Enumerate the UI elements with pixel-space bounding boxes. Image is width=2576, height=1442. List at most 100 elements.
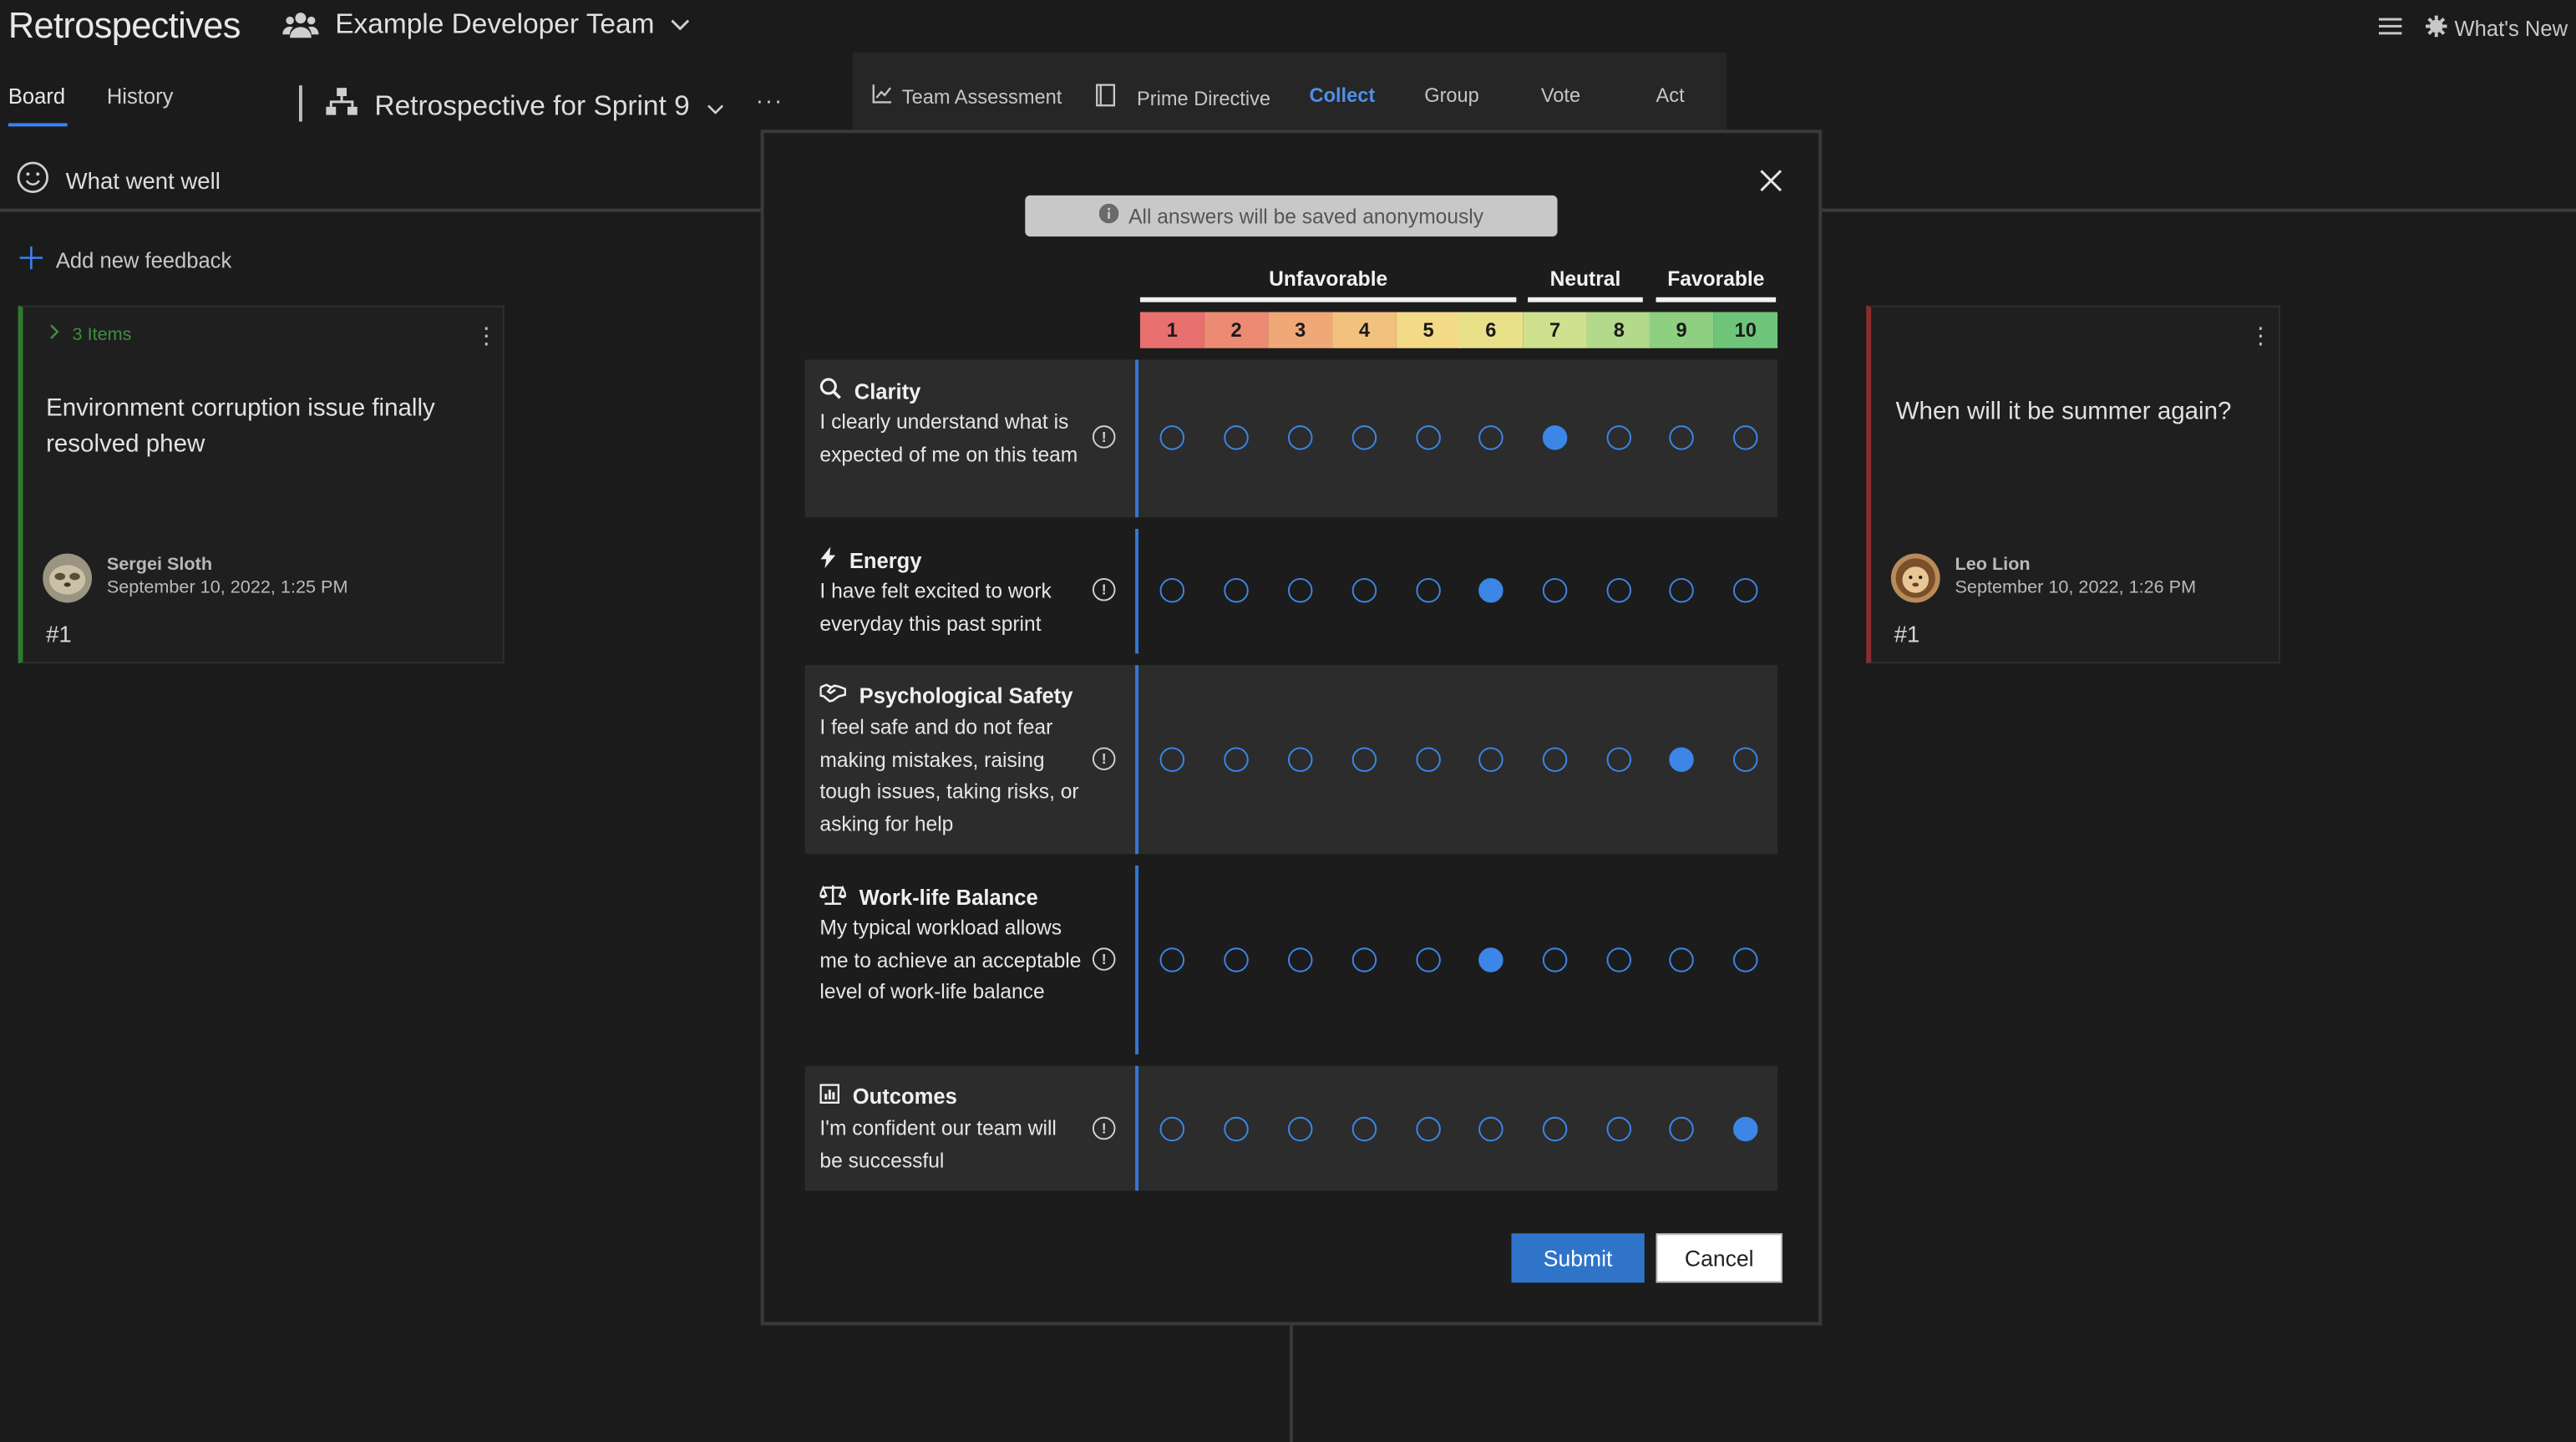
chevron-down-icon [671, 18, 691, 32]
feedback-card[interactable]: 3 Items ⋮ Environment corruption issue f… [18, 305, 505, 664]
scale-number-4: 4 [1332, 312, 1397, 348]
rating-radio[interactable] [1669, 947, 1694, 972]
rating-radio[interactable] [1669, 425, 1694, 450]
card-menu-icon[interactable]: ⋮ [474, 322, 498, 349]
rating-radio[interactable] [1606, 1116, 1632, 1142]
team-selector[interactable]: Example Developer Team [282, 8, 690, 41]
info-icon[interactable]: ! [1092, 1116, 1116, 1140]
rating-radio[interactable] [1224, 747, 1249, 772]
cancel-button[interactable]: Cancel [1656, 1233, 1782, 1283]
card-date: September 10, 2022, 1:26 PM [1955, 577, 2197, 598]
rating-radio[interactable] [1606, 947, 1632, 972]
rating-radio[interactable] [1669, 1116, 1694, 1142]
card-author: Sergei Sloth [106, 555, 213, 576]
avatar [43, 553, 93, 603]
retro-selector[interactable]: Retrospective for Sprint 9 [325, 87, 724, 124]
rating-radio[interactable] [1224, 577, 1249, 603]
tab-history[interactable]: History [107, 84, 174, 108]
items-toggle[interactable]: 3 Items [49, 323, 131, 345]
close-icon[interactable] [1757, 166, 1786, 195]
rating-radio[interactable] [1542, 1116, 1568, 1142]
rating-radio[interactable] [1478, 577, 1504, 603]
rating-radio[interactable] [1416, 747, 1441, 772]
rating-radio[interactable] [1287, 425, 1313, 450]
rating-radio[interactable] [1542, 425, 1568, 450]
rating-radio[interactable] [1606, 577, 1632, 603]
add-feedback-button[interactable]: Add new feedback [19, 246, 232, 274]
question-title-text: Psychological Safety [859, 683, 1073, 708]
app-root: Retrospectives Example Developer Team Wh… [0, 0, 2576, 1442]
rating-radio[interactable] [1732, 747, 1758, 772]
rating-radio[interactable] [1478, 1116, 1504, 1142]
anonymous-notice-text: All answers will be saved anonymously [1128, 204, 1484, 228]
feedback-card[interactable]: ⋮ When will it be summer again? Leo Lion… [1866, 305, 2280, 664]
question-title-text: Outcomes [852, 1084, 957, 1109]
top-right-actions: What's New [2379, 15, 2568, 43]
rating-radio[interactable] [1351, 947, 1377, 972]
whats-new-button[interactable]: What's New [2425, 15, 2568, 43]
anonymous-notice: All answers will be saved anonymously [1025, 195, 1558, 237]
rating-radio[interactable] [1287, 577, 1313, 603]
rating-radio[interactable] [1478, 947, 1504, 972]
info-icon[interactable]: ! [1092, 747, 1116, 770]
card-number: #1 [46, 621, 72, 647]
lightning-icon [819, 546, 836, 573]
tab-board[interactable]: Board [8, 84, 65, 108]
rating-radio[interactable] [1542, 747, 1568, 772]
phase-collect[interactable]: Collect [1310, 84, 1376, 107]
info-icon[interactable]: ! [1092, 577, 1116, 602]
hamburger-menu-icon[interactable] [2379, 17, 2402, 41]
info-icon[interactable]: ! [1092, 425, 1116, 449]
rating-radio[interactable] [1351, 425, 1377, 450]
retro-more-button[interactable]: ··· [756, 87, 783, 113]
rating-radio[interactable] [1287, 947, 1313, 972]
card-menu-icon[interactable]: ⋮ [2249, 322, 2273, 349]
phase-act[interactable]: Act [1656, 84, 1685, 107]
rating-radio[interactable] [1351, 747, 1377, 772]
phase-prime-directive[interactable]: Prime Directive [1096, 84, 1270, 111]
rating-radio[interactable] [1159, 747, 1185, 772]
scale-number-2: 2 [1204, 312, 1269, 348]
rating-radio[interactable] [1606, 425, 1632, 450]
question-description: I feel safe and do not fear making mista… [819, 716, 1079, 835]
rating-radio[interactable] [1416, 577, 1441, 603]
rating-radio[interactable] [1287, 747, 1313, 772]
rating-radio[interactable] [1606, 747, 1632, 772]
rating-radio[interactable] [1478, 747, 1504, 772]
rating-radio[interactable] [1542, 577, 1568, 603]
rating-radio[interactable] [1351, 577, 1377, 603]
rating-radio[interactable] [1732, 947, 1758, 972]
rating-radio[interactable] [1351, 1116, 1377, 1142]
rating-radio[interactable] [1159, 577, 1185, 603]
rating-radio[interactable] [1224, 425, 1249, 450]
rating-radio[interactable] [1732, 425, 1758, 450]
rating-radio[interactable] [1732, 1116, 1758, 1142]
rating-radio[interactable] [1224, 947, 1249, 972]
question-description: I clearly understand what is expected of… [819, 410, 1078, 466]
rating-radio[interactable] [1478, 425, 1504, 450]
scale-number-8: 8 [1586, 312, 1651, 348]
rating-radio[interactable] [1416, 947, 1441, 972]
rating-radio[interactable] [1159, 1116, 1185, 1142]
phase-team-assessment[interactable]: Team Assessment [872, 84, 1062, 108]
book-icon [1096, 84, 1116, 111]
rating-radio[interactable] [1416, 1116, 1441, 1142]
search-icon [819, 378, 841, 404]
rating-radio[interactable] [1669, 747, 1694, 772]
phase-vote[interactable]: Vote [1541, 84, 1580, 107]
rating-radio[interactable] [1732, 577, 1758, 603]
rating-radio[interactable] [1159, 425, 1185, 450]
info-icon[interactable]: ! [1092, 947, 1116, 971]
rating-radio[interactable] [1287, 1116, 1313, 1142]
whats-new-label: What's New [2454, 16, 2568, 42]
rating-radio[interactable] [1542, 947, 1568, 972]
phase-group[interactable]: Group [1424, 84, 1479, 107]
question-title: Outcomes [819, 1084, 957, 1109]
submit-button[interactable]: Submit [1511, 1233, 1645, 1283]
rating-radio[interactable] [1669, 577, 1694, 603]
plus-icon [19, 246, 43, 274]
smiley-icon [17, 161, 49, 199]
rating-radio[interactable] [1416, 425, 1441, 450]
rating-radio[interactable] [1224, 1116, 1249, 1142]
rating-radio[interactable] [1159, 947, 1185, 972]
